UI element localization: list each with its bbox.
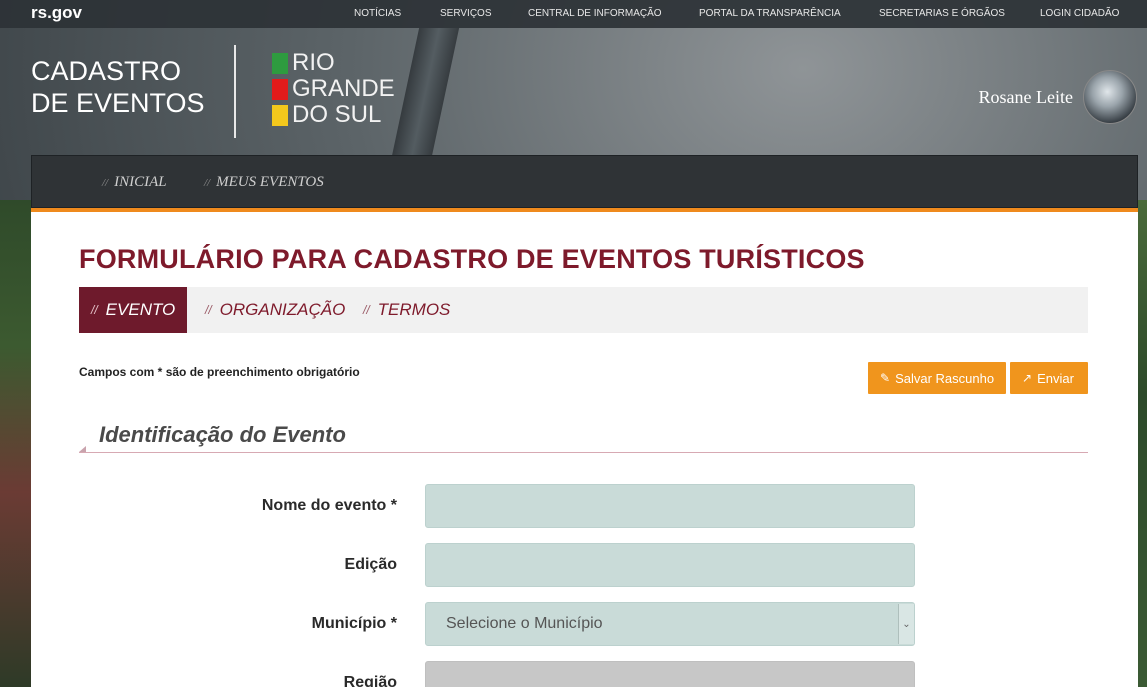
menu-separator: //: [102, 177, 109, 189]
site-title-line2: DE EVENTOS: [31, 88, 205, 118]
municipio-select[interactable]: Selecione o Município ⌄: [425, 602, 915, 646]
tab-organizacao[interactable]: // ORGANIZAÇÃO: [193, 287, 357, 333]
menu-item-inicial[interactable]: // INICIAL: [102, 174, 167, 191]
top-nav-central-informacao[interactable]: CENTRAL DE INFORMAÇÃO: [528, 8, 662, 19]
form-row-municipio: Município * Selecione o Município ⌄: [31, 602, 1138, 646]
submit-label: Enviar: [1037, 370, 1074, 386]
edicao-label: Edição: [344, 556, 397, 573]
regiao-label: Região: [343, 674, 397, 687]
logo-red-square: [272, 78, 288, 100]
user-name[interactable]: Rosane Leite: [979, 87, 1073, 108]
menu-item-label: INICIAL: [114, 174, 167, 190]
top-nav-secretarias-orgaos[interactable]: SECRETARIAS E ÓRGÃOS: [879, 8, 1005, 19]
tab-label: ORGANIZAÇÃO: [219, 300, 346, 319]
header-divider: [234, 45, 236, 138]
edit-icon: ✎: [880, 371, 891, 385]
menu-separator: //: [204, 177, 211, 189]
edicao-input[interactable]: [425, 543, 915, 587]
tab-label: EVENTO: [105, 300, 176, 319]
rio-grande-do-sul-logo: RIO GRANDE DO SUL: [272, 50, 395, 128]
form-row-edicao: Edição: [31, 543, 1138, 587]
municipio-label: Município *: [311, 615, 397, 632]
form-card: FORMULÁRIO PARA CADASTRO DE EVENTOS TURÍ…: [31, 208, 1138, 687]
submit-button[interactable]: ↗ Enviar: [1010, 362, 1088, 394]
avatar[interactable]: [1083, 70, 1137, 124]
top-nav-noticias[interactable]: NOTÍCIAS: [354, 8, 401, 19]
top-nav-servicos[interactable]: SERVIÇOS: [440, 8, 492, 19]
tab-label: TERMOS: [377, 300, 451, 319]
site-title[interactable]: CADASTRO DE EVENTOS: [31, 55, 205, 119]
main-menu: // INICIAL // MEUS EVENTOS: [31, 155, 1138, 208]
chevron-down-icon[interactable]: ⌄: [898, 604, 914, 644]
save-draft-label: Salvar Rascunho: [895, 370, 995, 386]
logo-yellow-square: [272, 104, 288, 126]
save-draft-button[interactable]: ✎ Salvar Rascunho: [868, 362, 1007, 394]
top-nav-login-cidadao[interactable]: LOGIN CIDADÃO: [1040, 8, 1119, 19]
logo-text-do-sul: DO SUL: [292, 101, 382, 128]
menu-item-meus-eventos[interactable]: // MEUS EVENTOS: [204, 174, 324, 191]
section-divider: [79, 452, 1088, 453]
logo-green-square: [272, 52, 288, 74]
site-title-line1: CADASTRO: [31, 56, 182, 86]
page-title: FORMULÁRIO PARA CADASTRO DE EVENTOS TURÍ…: [79, 244, 865, 274]
user-profile[interactable]: Rosane Leite: [979, 70, 1137, 124]
form-tabs: // EVENTO // ORGANIZAÇÃO // TERMOS: [79, 287, 1088, 333]
nome-evento-label: Nome do evento *: [261, 497, 397, 514]
municipio-select-value: Selecione o Município: [446, 615, 603, 632]
form-row-regiao: Região: [31, 661, 1138, 687]
tab-evento[interactable]: // EVENTO: [79, 287, 188, 333]
form-row-nome-evento: Nome do evento *: [31, 484, 1138, 528]
section-title: Identificação do Evento: [99, 422, 346, 447]
tab-termos[interactable]: // TERMOS: [351, 287, 462, 333]
top-bar: rs.gov NOTÍCIAS SERVIÇOS CENTRAL DE INFO…: [0, 0, 1147, 28]
menu-item-label: MEUS EVENTOS: [216, 174, 324, 190]
tab-separator: //: [91, 303, 98, 317]
share-icon: ↗: [1022, 371, 1033, 385]
logo-text-grande: GRANDE: [292, 75, 395, 102]
tab-separator: //: [205, 303, 212, 317]
nome-evento-input[interactable]: [425, 484, 915, 528]
top-nav: NOTÍCIAS SERVIÇOS CENTRAL DE INFORMAÇÃO …: [0, 0, 1147, 28]
logo-text-rio: RIO: [292, 49, 335, 76]
top-nav-portal-transparencia[interactable]: PORTAL DA TRANSPARÊNCIA: [699, 8, 841, 19]
required-fields-note: Campos com * são de preenchimento obriga…: [79, 365, 360, 379]
regiao-input: [425, 661, 915, 687]
tab-separator: //: [363, 303, 370, 317]
